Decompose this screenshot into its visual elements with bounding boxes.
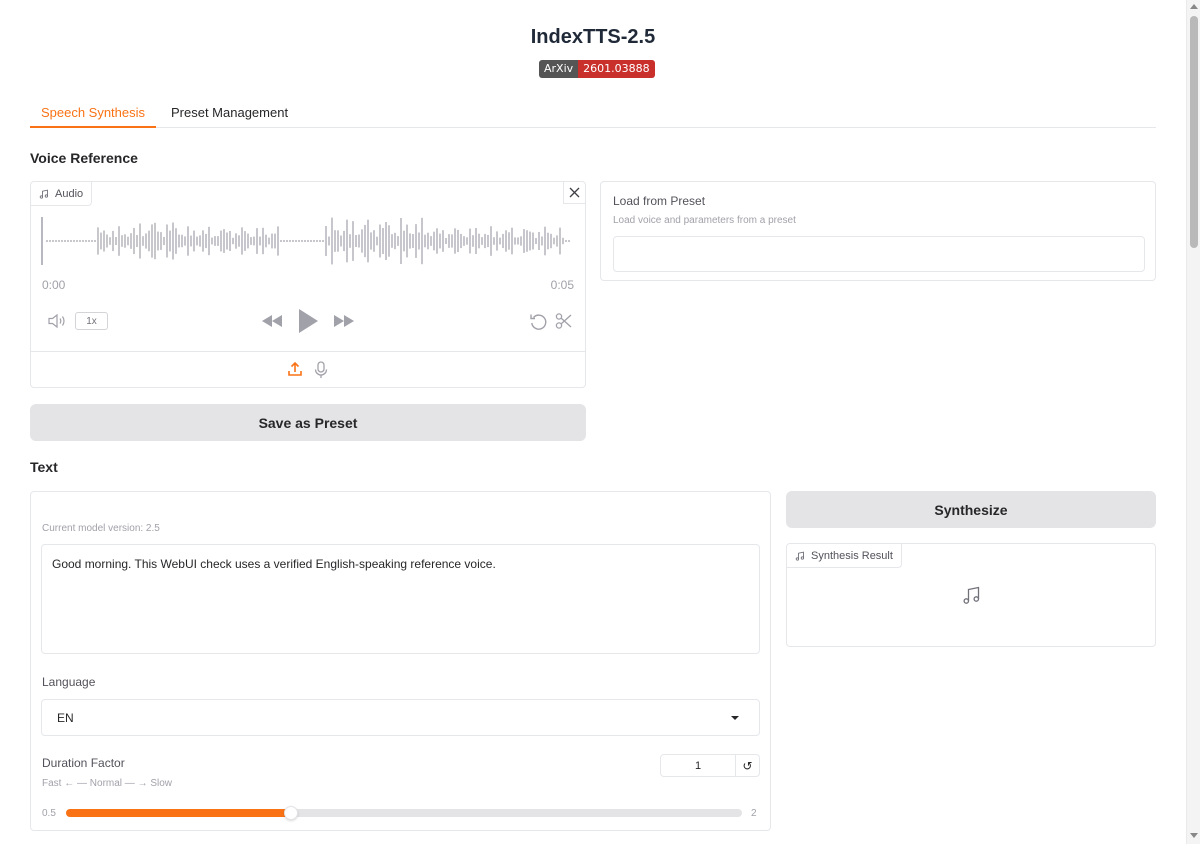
language-dropdown[interactable]: EN [41, 699, 760, 736]
scroll-up-icon[interactable] [1190, 4, 1198, 9]
music-note-icon [39, 189, 49, 199]
slider-fill [66, 809, 291, 817]
preset-select[interactable] [613, 236, 1145, 272]
language-label: Language [42, 675, 96, 689]
preset-info: Load voice and parameters from a preset [613, 215, 796, 226]
text-input[interactable]: Good morning. This WebUI check uses a ve… [41, 544, 760, 654]
scroll-down-icon[interactable] [1190, 833, 1198, 838]
tab-speech-synthesis[interactable]: Speech Synthesis [30, 98, 156, 128]
playback-speed-button[interactable]: 1x [75, 312, 108, 330]
close-icon [569, 187, 580, 198]
scroll-thumb[interactable] [1190, 16, 1198, 248]
model-version-info: Current model version: 2.5 [42, 523, 160, 534]
music-note-icon [963, 586, 980, 604]
text-heading: Text [30, 459, 58, 475]
save-as-preset-button[interactable]: Save as Preset [30, 404, 586, 441]
duration-factor-slider[interactable] [66, 809, 742, 817]
duration-factor-info: Fast ← — Normal — → Slow [42, 778, 173, 789]
audio-source-bar [31, 351, 585, 388]
microphone-icon[interactable] [313, 361, 329, 379]
duration-factor-input[interactable]: 1 [660, 754, 736, 777]
time-start: 0:00 [42, 278, 66, 292]
text-panel: Current model version: 2.5 Good morning.… [30, 491, 771, 831]
time-end: 0:05 [550, 278, 574, 292]
waveform[interactable] [41, 213, 571, 269]
undo-icon[interactable] [529, 312, 548, 331]
page-scrollbar[interactable] [1186, 0, 1200, 844]
chevron-down-icon [731, 716, 739, 720]
reset-icon: ↺ [742, 758, 753, 773]
result-label: Synthesis Result [811, 549, 893, 562]
arxiv-badge-id: 2601.03888 [578, 60, 655, 78]
language-value: EN [57, 711, 74, 725]
synthesize-button[interactable]: Synthesize [786, 491, 1156, 528]
slider-max: 2 [751, 808, 757, 819]
app-page: IndexTTS-2.5 ArXiv 2601.03888 Speech Syn… [0, 0, 1186, 844]
arxiv-badge-label: ArXiv [539, 60, 579, 78]
slider-min: 0.5 [42, 808, 56, 819]
music-note-icon [795, 551, 805, 561]
slider-thumb[interactable] [284, 806, 298, 820]
synthesis-result: Synthesis Result [786, 543, 1156, 647]
arxiv-badge[interactable]: ArXiv 2601.03888 [539, 60, 655, 78]
preset-panel: Load from Preset Load voice and paramete… [600, 181, 1156, 281]
result-block-label: Synthesis Result [787, 544, 902, 568]
volume-icon[interactable] [47, 312, 69, 330]
duration-factor-label: Duration Factor [42, 756, 125, 770]
preset-label: Load from Preset [613, 194, 706, 208]
rewind-icon[interactable] [261, 314, 283, 328]
voice-reference-heading: Voice Reference [30, 150, 138, 166]
reset-duration-button[interactable]: ↺ [736, 754, 760, 777]
close-audio-button[interactable] [563, 182, 585, 204]
fast-forward-icon[interactable] [333, 314, 355, 328]
audio-input: Audio 0:00 0:05 1x [30, 181, 586, 388]
app-title: IndexTTS-2.5 [530, 26, 656, 48]
audio-block-label: Audio [31, 182, 93, 206]
tab-preset-management[interactable]: Preset Management [171, 98, 288, 128]
tab-bar: Speech Synthesis Preset Management [30, 98, 1156, 128]
trim-icon[interactable] [555, 312, 573, 330]
audio-label: Audio [55, 187, 84, 200]
play-icon[interactable] [297, 308, 319, 334]
upload-icon[interactable] [287, 361, 303, 377]
